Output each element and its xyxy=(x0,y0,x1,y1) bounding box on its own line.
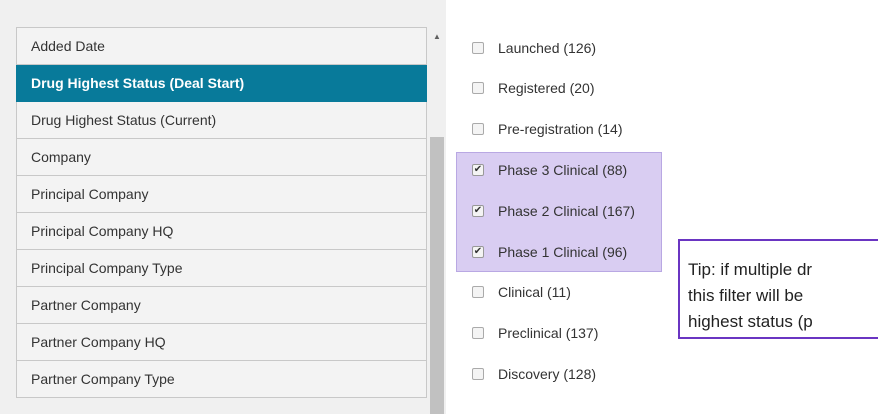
checkbox-unchecked-icon[interactable] xyxy=(472,286,484,298)
checkbox-checked-icon[interactable]: ✔ xyxy=(472,164,484,176)
filter-item-drug-highest-status-deal-start[interactable]: Drug Highest Status (Deal Start) xyxy=(16,65,427,102)
checkbox-checked-icon[interactable]: ✔ xyxy=(472,205,484,217)
filter-item-label: Principal Company HQ xyxy=(31,223,174,239)
filter-item-principal-company-type[interactable]: Principal Company Type xyxy=(16,250,427,287)
checkbox-checked-icon[interactable]: ✔ xyxy=(472,246,484,258)
filter-item-label: Added Date xyxy=(31,38,105,54)
option-label: Phase 3 Clinical (88) xyxy=(498,162,628,178)
filter-panel: Added Date Drug Highest Status (Deal Sta… xyxy=(0,0,446,414)
filter-item-label: Partner Company Type xyxy=(31,371,175,387)
filter-item-drug-highest-status-current[interactable]: Drug Highest Status (Current) xyxy=(16,102,427,139)
option-label: Phase 1 Clinical (96) xyxy=(498,244,628,260)
tip-line: Tip: if multiple dr xyxy=(688,260,813,279)
option-phase-1-clinical[interactable]: ✔ Phase 1 Clinical (96) xyxy=(472,242,627,262)
filter-item-partner-company[interactable]: Partner Company xyxy=(16,287,427,324)
filter-item-partner-company-hq[interactable]: Partner Company HQ xyxy=(16,324,427,361)
option-launched[interactable]: Launched (126) xyxy=(472,38,596,58)
checkbox-unchecked-icon[interactable] xyxy=(472,82,484,94)
filter-item-label: Partner Company xyxy=(31,297,141,313)
filter-item-label: Principal Company Type xyxy=(31,260,183,276)
filter-item-label: Drug Highest Status (Current) xyxy=(31,112,217,128)
filter-item-label: Partner Company HQ xyxy=(31,334,166,350)
filter-item-principal-company[interactable]: Principal Company xyxy=(16,176,427,213)
option-label: Pre-registration (14) xyxy=(498,121,623,137)
filter-item-added-date[interactable]: Added Date xyxy=(16,28,427,65)
option-clinical[interactable]: Clinical (11) xyxy=(472,282,571,302)
scroll-up-arrow-icon[interactable]: ▲ xyxy=(428,27,446,45)
scroll-thumb[interactable] xyxy=(430,137,444,414)
option-label: Clinical (11) xyxy=(498,284,571,300)
filter-category-list: Added Date Drug Highest Status (Deal Sta… xyxy=(16,27,427,398)
filter-item-label: Principal Company xyxy=(31,186,149,202)
option-phase-3-clinical[interactable]: ✔ Phase 3 Clinical (88) xyxy=(472,160,627,180)
tip-line: highest status (p xyxy=(688,312,813,331)
checkbox-unchecked-icon[interactable] xyxy=(472,123,484,135)
option-label: Discovery (128) xyxy=(498,366,597,382)
checkbox-unchecked-icon[interactable] xyxy=(472,327,484,339)
checkbox-unchecked-icon[interactable] xyxy=(472,368,484,380)
filter-list-scrollbar[interactable]: ▲ xyxy=(428,27,446,414)
option-phase-2-clinical[interactable]: ✔ Phase 2 Clinical (167) xyxy=(472,201,635,221)
option-label: Preclinical (137) xyxy=(498,325,599,341)
tip-line: this filter will be xyxy=(688,286,804,305)
option-preclinical[interactable]: Preclinical (137) xyxy=(472,323,598,343)
filter-item-label: Drug Highest Status (Deal Start) xyxy=(31,75,245,91)
option-label: Registered (20) xyxy=(498,80,595,96)
filter-item-principal-company-hq[interactable]: Principal Company HQ xyxy=(16,213,427,250)
option-pre-registration[interactable]: Pre-registration (14) xyxy=(472,119,623,139)
checkbox-unchecked-icon[interactable] xyxy=(472,42,484,54)
filter-item-company[interactable]: Company xyxy=(16,139,427,176)
tip-callout: Tip: if multiple dr this filter will be … xyxy=(678,239,878,339)
filter-item-label: Company xyxy=(31,149,91,165)
option-discovery[interactable]: Discovery (128) xyxy=(472,364,596,384)
option-label: Phase 2 Clinical (167) xyxy=(498,203,635,219)
option-label: Launched (126) xyxy=(498,40,597,56)
option-registered[interactable]: Registered (20) xyxy=(472,78,595,98)
filter-item-partner-company-type[interactable]: Partner Company Type xyxy=(16,361,427,398)
